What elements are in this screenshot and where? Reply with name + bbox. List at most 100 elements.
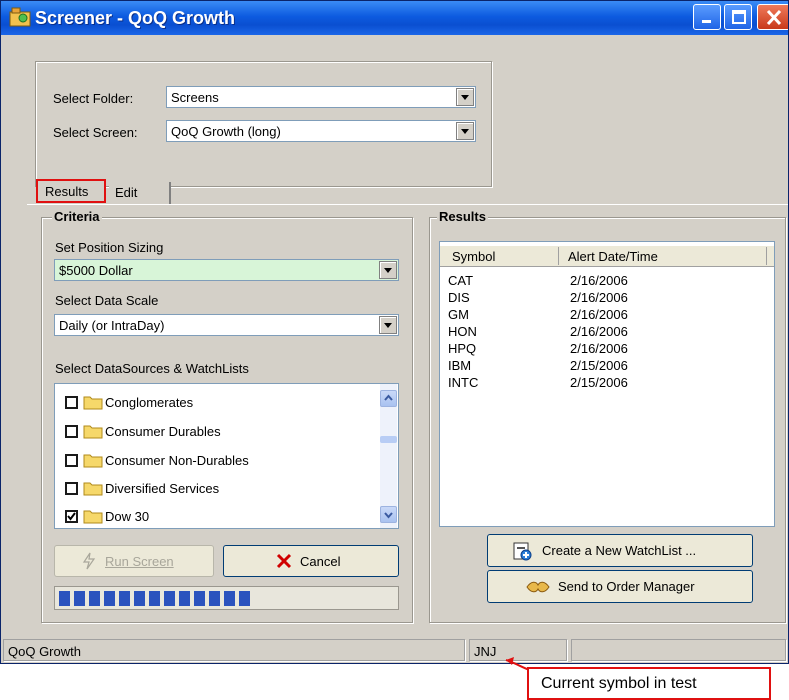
close-button[interactable] xyxy=(757,4,788,30)
list-item-label: Conglomerates xyxy=(105,395,194,410)
progress-block xyxy=(89,591,100,606)
cancel-button[interactable]: Cancel xyxy=(223,545,399,577)
checkbox[interactable] xyxy=(65,425,78,438)
list-item-label: Consumer Non-Durables xyxy=(105,453,249,468)
screen-select-value: QoQ Growth (long) xyxy=(171,124,281,139)
list-item-label: Dow 30 xyxy=(105,509,150,524)
checkbox-checked[interactable] xyxy=(65,510,78,523)
results-header: Symbol Alert Date/Time xyxy=(440,246,774,267)
chevron-up-icon xyxy=(384,394,393,401)
cell-symbol: HON xyxy=(448,324,477,339)
cell-symbol: IBM xyxy=(448,358,472,373)
cell-symbol: CAT xyxy=(448,273,474,288)
send-order-manager-button[interactable]: Send to Order Manager xyxy=(487,570,753,603)
create-watchlist-button[interactable]: Create a New WatchList ... xyxy=(487,534,753,567)
progress-block xyxy=(224,591,235,606)
column-header-symbol[interactable]: Symbol xyxy=(452,249,495,264)
progress-block xyxy=(179,591,190,606)
checkbox[interactable] xyxy=(65,396,78,409)
callout-text: Current symbol in test xyxy=(541,675,697,692)
folder-icon xyxy=(83,425,103,439)
column-header-date[interactable]: Alert Date/Time xyxy=(568,249,658,264)
chevron-down-icon[interactable] xyxy=(379,316,397,334)
data-scale-label: Select Data Scale xyxy=(55,293,159,308)
progress-block xyxy=(74,591,85,606)
checkbox[interactable] xyxy=(65,482,78,495)
app-icon xyxy=(9,7,31,27)
scroll-down-button[interactable] xyxy=(380,506,397,523)
select-screen-label: Select Screen: xyxy=(53,125,138,140)
progress-block xyxy=(104,591,115,606)
folder-icon xyxy=(83,396,103,410)
handshake-icon xyxy=(526,581,550,593)
results-table[interactable]: Symbol Alert Date/Time CAT 2/16/2006 DIS 2… xyxy=(439,241,775,527)
new-watchlist-icon xyxy=(513,542,532,561)
folder-icon xyxy=(83,454,103,468)
chevron-down-icon[interactable] xyxy=(456,122,474,140)
cell-date: 2/15/2006 xyxy=(570,375,628,390)
tab-results[interactable]: Results xyxy=(36,179,106,203)
list-item[interactable]: Dow 30 xyxy=(65,506,375,530)
cell-date: 2/16/2006 xyxy=(570,290,628,305)
progress-block xyxy=(119,591,130,606)
tab-edit[interactable]: Edit xyxy=(109,182,171,204)
screen-select[interactable]: QoQ Growth (long) xyxy=(166,120,476,142)
title-bar[interactable]: Screener - QoQ Growth xyxy=(1,1,788,35)
callout-box: Current symbol in test xyxy=(527,667,771,700)
cell-date: 2/16/2006 xyxy=(570,307,628,322)
cell-date: 2/16/2006 xyxy=(570,324,628,339)
column-divider xyxy=(766,247,767,265)
create-watchlist-label: Create a New WatchList ... xyxy=(542,543,697,558)
status-panel-empty xyxy=(571,639,786,661)
cell-date: 2/16/2006 xyxy=(570,273,628,288)
cell-date: 2/15/2006 xyxy=(570,358,628,373)
list-scrollbar[interactable] xyxy=(380,384,397,528)
datasources-list[interactable]: Conglomerates Consumer Durables Consumer… xyxy=(54,383,399,529)
folder-select-value: Screens xyxy=(171,90,219,105)
progress-bar xyxy=(54,586,399,610)
maximize-button[interactable] xyxy=(724,4,752,30)
run-screen-button[interactable]: Run Screen xyxy=(54,545,214,577)
list-item[interactable]: Conglomerates xyxy=(65,392,375,416)
progress-block xyxy=(239,591,250,606)
minimize-button[interactable] xyxy=(693,4,721,30)
data-scale-select[interactable]: Daily (or IntraDay) xyxy=(54,314,399,336)
cell-symbol: GM xyxy=(448,307,469,322)
folder-select[interactable]: Screens xyxy=(166,86,476,108)
progress-block xyxy=(209,591,220,606)
progress-block xyxy=(134,591,145,606)
chevron-down-icon[interactable] xyxy=(379,261,397,279)
chevron-down-icon[interactable] xyxy=(456,88,474,106)
progress-block xyxy=(194,591,205,606)
list-item[interactable]: Consumer Durables xyxy=(65,421,375,445)
status-panel-symbol: JNJ xyxy=(469,639,567,661)
cancel-label: Cancel xyxy=(300,554,341,569)
checkbox[interactable] xyxy=(65,454,78,467)
run-screen-label: Run Screen xyxy=(105,554,174,569)
column-divider xyxy=(558,247,559,265)
window-title: Screener - QoQ Growth xyxy=(35,8,236,28)
tab-results-label: Results xyxy=(45,184,89,199)
cell-symbol: HPQ xyxy=(448,341,477,356)
scroll-thumb[interactable] xyxy=(380,436,397,443)
cell-symbol: DIS xyxy=(448,290,470,305)
tab-edit-label: Edit xyxy=(115,185,138,200)
cell-date: 2/16/2006 xyxy=(570,341,628,356)
position-sizing-label: Set Position Sizing xyxy=(55,240,164,255)
status-screen-name: QoQ Growth xyxy=(8,644,81,659)
scroll-up-button[interactable] xyxy=(380,390,397,407)
results-title: Results xyxy=(437,209,488,224)
status-panel-screen: QoQ Growth xyxy=(3,639,465,661)
list-item-label: Diversified Services xyxy=(105,481,220,496)
position-sizing-select[interactable]: $5000 Dollar xyxy=(54,259,399,281)
list-item[interactable]: Consumer Non-Durables xyxy=(65,450,375,474)
send-order-manager-label: Send to Order Manager xyxy=(558,579,695,594)
list-item-label: Consumer Durables xyxy=(105,424,221,439)
list-item[interactable]: Diversified Services xyxy=(65,478,375,502)
criteria-title: Criteria xyxy=(52,209,102,224)
status-current-symbol: JNJ xyxy=(474,644,497,659)
status-bar: QoQ Growth JNJ xyxy=(1,637,788,663)
folder-icon xyxy=(83,482,103,496)
screener-window: Screener - QoQ Growth Select Folder: Scr… xyxy=(0,0,789,664)
select-folder-label: Select Folder: xyxy=(53,91,134,106)
